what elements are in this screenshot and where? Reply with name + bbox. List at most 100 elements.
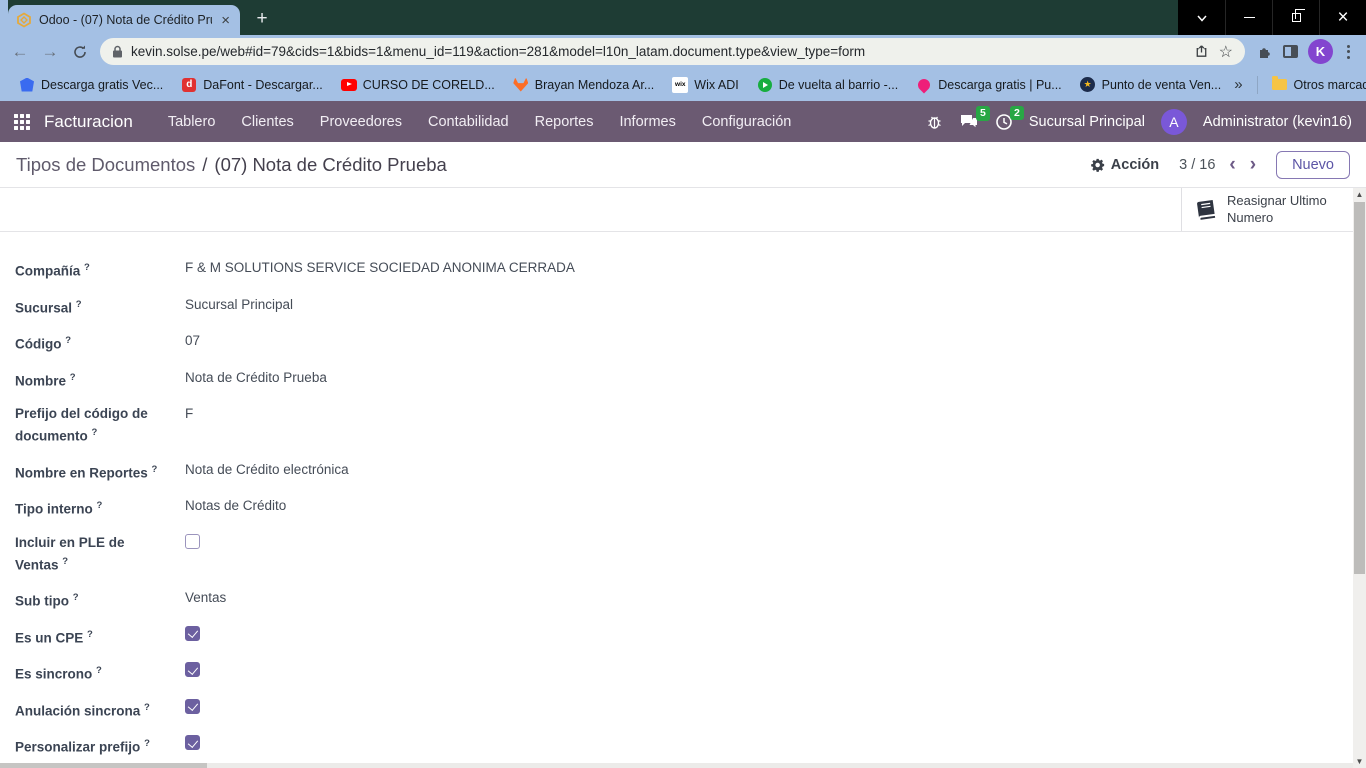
field-sub-tipo: Sub tipo ? Ventas: [15, 588, 227, 611]
menu-reportes[interactable]: Reportes: [522, 114, 607, 130]
field-nombre: Nombre ? Nota de Crédito Prueba: [15, 368, 327, 391]
field-value[interactable]: F & M SOLUTIONS SERVICE SOCIEDAD ANONIMA…: [185, 258, 575, 281]
horizontal-scrollbar[interactable]: [0, 763, 1353, 768]
scroll-up-icon[interactable]: ▲: [1356, 188, 1364, 201]
scroll-down-icon[interactable]: ▼: [1356, 755, 1364, 768]
user-menu[interactable]: Administrator (kevin16): [1203, 114, 1352, 130]
dafont-icon: d: [182, 77, 197, 92]
back-icon[interactable]: ←: [6, 38, 34, 66]
menu-configuracion[interactable]: Configuración: [689, 114, 804, 130]
new-tab-button[interactable]: +: [248, 5, 276, 33]
field-value[interactable]: Sucursal Principal: [185, 295, 293, 318]
bookmark-item[interactable]: Descarga gratis | Pu...: [907, 73, 1070, 97]
apps-menu-icon[interactable]: [14, 113, 30, 130]
gear-icon: [1090, 158, 1104, 172]
star-badge-icon: ★: [1080, 77, 1096, 92]
field-value[interactable]: F: [185, 404, 193, 446]
menu-contabilidad[interactable]: Contabilidad: [415, 114, 522, 130]
play-icon: [757, 77, 772, 92]
breadcrumb-current: (07) Nota de Crédito Prueba: [214, 153, 447, 175]
vertical-scrollbar[interactable]: ▲ ▼: [1353, 188, 1366, 768]
bookmark-item[interactable]: CURSO DE CORELD...: [332, 73, 504, 97]
field-value[interactable]: 07: [185, 331, 200, 354]
scrollbar-thumb[interactable]: [0, 763, 207, 768]
bookmark-item[interactable]: De vuelta al barrio -...: [748, 73, 908, 97]
field-es-un-cpe: Es un CPE ?: [15, 625, 1366, 648]
activities-icon[interactable]: 2: [995, 105, 1024, 131]
window-controls: ×: [1178, 0, 1366, 35]
divider: [1256, 75, 1258, 94]
share-icon[interactable]: [1194, 44, 1209, 59]
tab-search-icon[interactable]: [1178, 0, 1225, 35]
breadcrumb: Tipos de Documentos / (07) Nota de Crédi…: [16, 154, 447, 176]
browser-menu-icon[interactable]: [1343, 44, 1354, 59]
bookmarks-overflow-icon[interactable]: »: [1230, 76, 1246, 93]
field-value[interactable]: Nota de Crédito Prueba: [185, 368, 327, 391]
field-compania: Compañía ? F & M SOLUTIONS SERVICE SOCIE…: [15, 258, 575, 281]
lock-icon: [112, 45, 123, 58]
close-button[interactable]: ×: [1319, 0, 1366, 35]
browser-profile-avatar[interactable]: K: [1308, 39, 1333, 64]
odoo-navbar: Facturacion Tablero Clientes Proveedores…: [0, 101, 1366, 142]
folder-icon: [1272, 76, 1288, 90]
field-value[interactable]: Notas de Crédito: [185, 496, 286, 519]
field-sucursal: Sucursal ? Sucursal Principal: [15, 295, 294, 318]
field-es-sincrono: Es sincrono ?: [15, 661, 1366, 684]
field-value[interactable]: Nota de Crédito electrónica: [185, 460, 349, 483]
user-avatar[interactable]: A: [1160, 108, 1187, 135]
youtube-icon: [340, 78, 357, 91]
other-bookmarks-button[interactable]: Otros marcadores: [1268, 73, 1366, 97]
activities-badge: 2: [1010, 105, 1024, 121]
field-codigo: Código ? 07: [15, 331, 201, 354]
debug-bug-icon[interactable]: [926, 113, 943, 130]
extensions-icon[interactable]: [1257, 44, 1273, 60]
checkbox[interactable]: [185, 662, 200, 677]
checkbox[interactable]: [185, 533, 200, 549]
checkbox[interactable]: [185, 625, 200, 641]
field-anulacion-sincrona: Anulación sincrona ?: [15, 698, 1366, 721]
browser-toolbar: ← → kevin.solse.pe/web#id=79&cids=1&bids…: [0, 35, 1366, 68]
tab-close-icon[interactable]: ×: [219, 13, 232, 28]
field-value[interactable]: Ventas: [185, 588, 226, 611]
wix-icon: wix: [672, 76, 689, 93]
bookmarks-bar: Descarga gratis Vec... d DaFont - Descarg…: [0, 68, 1366, 101]
minimize-button[interactable]: [1225, 0, 1272, 35]
url-bar[interactable]: kevin.solse.pe/web#id=79&cids=1&bids=1&m…: [100, 38, 1245, 65]
field-personalizar-prefijo: Personalizar prefijo ?: [15, 734, 1366, 757]
bookmark-item[interactable]: Brayan Mendoza Ar...: [504, 73, 664, 97]
pager-previous-icon[interactable]: ‹: [1229, 155, 1235, 174]
menu-proveedores[interactable]: Proveedores: [307, 114, 415, 130]
book-icon: [1193, 197, 1220, 222]
url-text[interactable]: kevin.solse.pe/web#id=79&cids=1&bids=1&m…: [131, 44, 1186, 59]
menu-informes[interactable]: Informes: [606, 114, 688, 130]
checkbox[interactable]: [185, 698, 200, 714]
bookmark-item[interactable]: ★ Punto de venta Ven...: [1071, 73, 1231, 97]
bookmark-star-icon[interactable]: ☆: [1219, 42, 1233, 62]
odoo-favicon-icon: [16, 12, 32, 28]
breadcrumb-parent[interactable]: Tipos de Documentos: [16, 154, 195, 176]
new-record-button[interactable]: Nuevo: [1276, 150, 1350, 179]
field-tipo-interno: Tipo interno ? Notas de Crédito: [15, 496, 287, 519]
forward-icon[interactable]: →: [36, 38, 64, 66]
frame-corner: [0, 0, 8, 35]
checkbox[interactable]: [185, 735, 200, 750]
gitlab-icon: [513, 77, 529, 92]
scrollbar-thumb[interactable]: [1354, 202, 1365, 574]
messages-icon[interactable]: 5: [959, 106, 990, 130]
reassign-last-number-button[interactable]: Reasignar Ultimo Numero: [1181, 188, 1353, 231]
side-panel-icon[interactable]: [1283, 45, 1298, 58]
bookmark-item[interactable]: Descarga gratis Vec...: [10, 73, 172, 97]
menu-clientes[interactable]: Clientes: [228, 114, 306, 130]
menu-tablero[interactable]: Tablero: [155, 114, 229, 130]
pager-value: 3 / 16: [1179, 156, 1216, 173]
tab-title: Odoo - (07) Nota de Crédito Prue: [39, 13, 213, 27]
bookmark-item[interactable]: wix Wix ADI: [663, 73, 747, 97]
action-menu-button[interactable]: Acción: [1090, 157, 1159, 173]
reload-icon[interactable]: [66, 38, 94, 66]
branch-selector[interactable]: Sucursal Principal: [1029, 114, 1145, 130]
app-name[interactable]: Facturacion: [44, 112, 133, 132]
restore-button[interactable]: [1272, 0, 1319, 35]
browser-tab[interactable]: Odoo - (07) Nota de Crédito Prue ×: [8, 5, 240, 35]
pager-next-icon[interactable]: ›: [1250, 155, 1256, 174]
bookmark-item[interactable]: d DaFont - Descargar...: [172, 73, 332, 97]
